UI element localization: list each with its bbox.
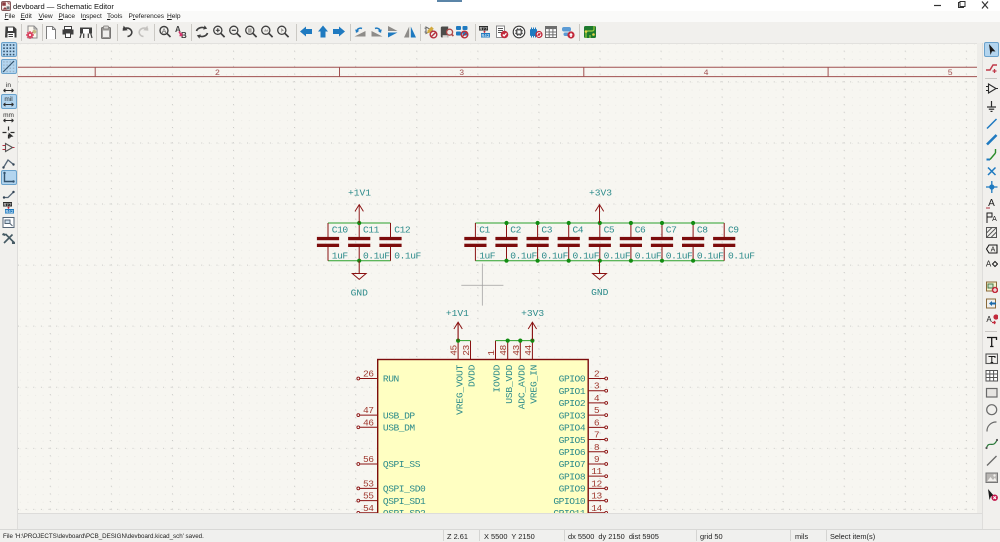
svg-text:0.1uF: 0.1uF <box>666 250 693 261</box>
svg-text:0.1uF: 0.1uF <box>635 250 662 261</box>
svg-text:GPIO4: GPIO4 <box>559 423 586 434</box>
svg-text:13: 13 <box>591 491 602 502</box>
svg-text:GND: GND <box>591 287 609 298</box>
svg-text:RUN: RUN <box>383 374 399 385</box>
svg-text:2: 2 <box>594 369 600 380</box>
svg-text:A: A <box>992 216 997 223</box>
svg-text:A: A <box>162 28 167 35</box>
svg-text:C12: C12 <box>394 225 411 236</box>
svg-text:C10: C10 <box>332 225 349 236</box>
svg-text:+1V1: +1V1 <box>446 308 469 319</box>
svg-text:A: A <box>988 198 995 209</box>
svg-text:0.1uF: 0.1uF <box>394 250 421 261</box>
svg-text:R42: R42 <box>481 32 489 38</box>
svg-text:USB_DP: USB_DP <box>383 410 416 421</box>
svg-text:GPIO1: GPIO1 <box>559 386 586 397</box>
svg-text:4: 4 <box>703 68 708 78</box>
svg-text:3: 3 <box>459 68 464 78</box>
svg-text:in: in <box>6 82 11 89</box>
svg-text:A: A <box>986 260 992 269</box>
svg-text:3: 3 <box>594 381 600 392</box>
svg-text:5: 5 <box>594 405 600 416</box>
svg-text:VREG_IN: VREG_IN <box>529 365 540 404</box>
svg-text:C4: C4 <box>573 225 584 236</box>
svg-text:R42: R42 <box>6 208 14 213</box>
svg-text:11: 11 <box>591 466 602 477</box>
svg-text:C3: C3 <box>541 225 552 236</box>
svg-text:0.1uF: 0.1uF <box>728 250 755 261</box>
svg-text:QSPI_SD1: QSPI_SD1 <box>383 496 426 507</box>
svg-text:DVDD: DVDD <box>467 364 478 387</box>
svg-text:GPIO0: GPIO0 <box>559 374 586 385</box>
svg-text:+3V3: +3V3 <box>521 308 544 319</box>
svg-text:R??: R?? <box>4 201 12 207</box>
svg-text:GPIO9: GPIO9 <box>559 484 586 495</box>
svg-text:R??: R?? <box>479 25 487 31</box>
svg-text:48: 48 <box>498 344 509 355</box>
svg-text:1: 1 <box>486 350 497 356</box>
svg-text:55: 55 <box>363 491 374 502</box>
svg-text:A: A <box>986 315 992 324</box>
svg-text:+3V3: +3V3 <box>589 188 612 199</box>
svg-text:44: 44 <box>523 344 534 355</box>
svg-text:C8: C8 <box>697 225 708 236</box>
svg-text:GPIO3: GPIO3 <box>559 410 586 421</box>
svg-text:12: 12 <box>591 478 602 489</box>
svg-text:2: 2 <box>215 68 220 78</box>
svg-text:0.1uF: 0.1uF <box>573 250 600 261</box>
svg-text:GPIO2: GPIO2 <box>559 398 586 409</box>
svg-text:47: 47 <box>363 405 374 416</box>
svg-text:C9: C9 <box>728 225 739 236</box>
svg-text:56: 56 <box>363 454 374 465</box>
svg-text:+1V1: +1V1 <box>348 188 371 199</box>
svg-text:GPIO6: GPIO6 <box>559 447 586 458</box>
svg-text:0.1uF: 0.1uF <box>604 250 631 261</box>
svg-text:GPIO10: GPIO10 <box>553 496 586 507</box>
svg-text:QSPI_SS: QSPI_SS <box>383 459 421 470</box>
svg-text:5: 5 <box>948 68 953 78</box>
svg-text:GPIO7: GPIO7 <box>559 459 586 470</box>
svg-text:A: A <box>990 247 995 254</box>
svg-text:0.1uF: 0.1uF <box>510 250 537 261</box>
svg-text:1uF: 1uF <box>479 250 496 261</box>
svg-text:QSPI_SD0: QSPI_SD0 <box>383 484 426 495</box>
svg-text:46: 46 <box>363 417 374 428</box>
svg-text:mm: mm <box>3 112 14 119</box>
svg-text:6: 6 <box>594 417 600 428</box>
svg-text:USB_DM: USB_DM <box>383 423 416 434</box>
svg-text:C2: C2 <box>510 225 521 236</box>
svg-text:C1: C1 <box>479 225 490 236</box>
svg-text:GPIO8: GPIO8 <box>559 471 586 482</box>
svg-text:0.1uF: 0.1uF <box>697 250 724 261</box>
svg-text:43: 43 <box>511 344 522 355</box>
svg-text:C7: C7 <box>666 225 677 236</box>
svg-text:23: 23 <box>461 344 472 355</box>
svg-text:ADC_AVDD: ADC_AVDD <box>517 364 528 409</box>
svg-text:USB_VDD: USB_VDD <box>504 364 515 403</box>
svg-text:mil: mil <box>5 96 14 103</box>
svg-text:0.1uF: 0.1uF <box>363 250 390 261</box>
svg-text:1uF: 1uF <box>332 250 349 261</box>
svg-text:C6: C6 <box>635 225 646 236</box>
svg-text:9: 9 <box>594 454 600 465</box>
svg-text:GND: GND <box>351 288 369 299</box>
svg-text:7: 7 <box>594 430 599 441</box>
svg-text:53: 53 <box>363 478 374 489</box>
svg-text:45: 45 <box>449 344 460 355</box>
svg-text:26: 26 <box>363 369 374 380</box>
svg-text:8: 8 <box>594 442 600 453</box>
svg-text:IOVDD: IOVDD <box>492 364 503 392</box>
svg-text:4: 4 <box>594 393 600 404</box>
svg-text:0.1uF: 0.1uF <box>541 250 568 261</box>
svg-text:VREG_VOUT: VREG_VOUT <box>454 364 465 414</box>
svg-text:C11: C11 <box>363 225 380 236</box>
svg-text:GPIO5: GPIO5 <box>559 435 586 446</box>
svg-text:C5: C5 <box>604 225 615 236</box>
